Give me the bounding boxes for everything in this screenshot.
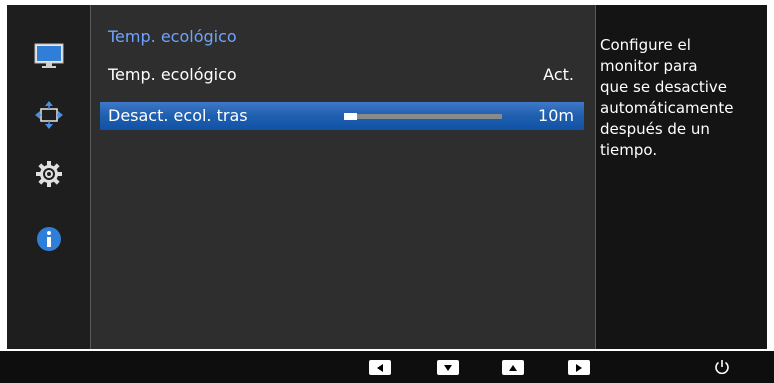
control-bar	[0, 351, 774, 383]
menu-panel: Temp. ecológico Temp. ecológico Act. Des…	[90, 5, 596, 349]
row-value: Act.	[543, 65, 574, 84]
description-line: monitor para	[600, 57, 698, 75]
right-arrow-icon[interactable]	[568, 360, 590, 375]
sidebar	[7, 5, 90, 349]
down-arrow-icon[interactable]	[437, 360, 459, 375]
row-value: 10m	[538, 106, 574, 125]
help-description: Configure el monitor para que se desacti…	[600, 35, 760, 161]
description-line: que se desactive	[600, 78, 727, 96]
left-arrow-icon[interactable]	[369, 360, 391, 375]
menu-title: Temp. ecológico	[108, 27, 237, 46]
description-line: Configure el	[600, 36, 691, 54]
description-line: después de un	[600, 120, 710, 138]
row-label: Desact. ecol. tras	[108, 106, 248, 125]
osd-window: Temp. ecológico Temp. ecológico Act. Des…	[7, 5, 767, 349]
gear-icon[interactable]	[34, 159, 64, 189]
position-arrows-icon[interactable]	[34, 100, 64, 130]
slider-fill	[344, 113, 357, 120]
up-arrow-icon[interactable]	[502, 360, 524, 375]
info-icon[interactable]	[34, 224, 64, 254]
monitor-icon[interactable]	[34, 42, 64, 72]
description-line: automáticamente	[600, 99, 734, 117]
menu-row-eco-off-after[interactable]: Desact. ecol. tras 10m	[100, 102, 584, 130]
timer-slider[interactable]	[344, 113, 502, 120]
row-label: Temp. ecológico	[108, 65, 237, 84]
menu-row-eco-timer[interactable]: Temp. ecológico Act.	[100, 61, 584, 89]
description-line: tiempo.	[600, 141, 658, 159]
power-icon[interactable]	[713, 358, 731, 376]
